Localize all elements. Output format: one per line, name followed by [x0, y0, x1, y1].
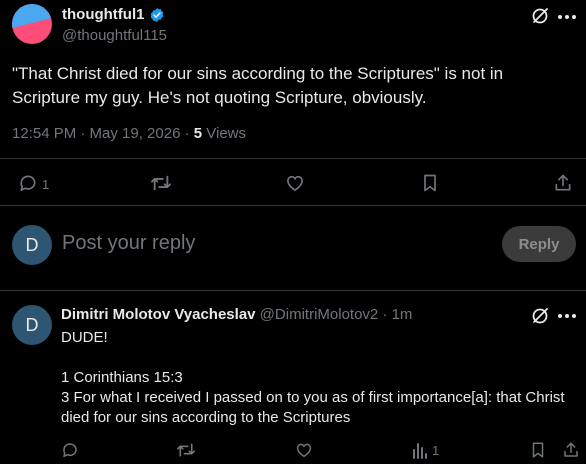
reply-icon[interactable] — [61, 441, 79, 459]
comment-text-line — [61, 348, 581, 368]
tweet-meta: 12:54 PM · May 19, 2026 · 5 Views — [12, 125, 246, 142]
comment-text-line: 3 For what I received I passed on to you… — [61, 389, 565, 406]
author-name[interactable]: thoughtful1 — [62, 6, 144, 23]
views-icon[interactable] — [412, 441, 428, 459]
like-icon[interactable] — [285, 173, 305, 193]
reply-count: 1 — [42, 177, 50, 192]
tweet-timestamp[interactable]: 12:54 PM · May 19, 2026 · — [12, 125, 194, 142]
more-icon[interactable] — [557, 14, 577, 20]
grok-icon[interactable] — [530, 6, 550, 26]
composer-avatar[interactable]: D — [12, 225, 52, 265]
author-handle[interactable]: @thoughtful115 — [62, 27, 167, 44]
comment-text-line: DUDE! — [61, 329, 108, 346]
comment-text: DUDE! 1 Corinthians 15:3 3 For what I re… — [61, 328, 581, 428]
tweet-text-line: "That Christ died for our sins according… — [12, 64, 504, 83]
reply-icon[interactable] — [18, 173, 38, 193]
divider — [0, 158, 586, 159]
tweet-text-line: Scripture my guy. He's not quoting Scrip… — [12, 88, 427, 107]
more-icon[interactable] — [557, 313, 577, 319]
repost-icon[interactable] — [176, 441, 196, 459]
comment-text-line: died for our sins according to the Scrip… — [61, 409, 351, 426]
divider — [0, 290, 586, 291]
views-label: Views — [202, 125, 247, 142]
share-icon[interactable] — [553, 173, 573, 193]
bookmark-icon[interactable] — [421, 173, 439, 193]
divider — [0, 205, 586, 206]
author-avatar[interactable] — [12, 4, 52, 44]
views-count: 5 — [193, 125, 203, 142]
comment-views-count: 1 — [432, 443, 440, 458]
reply-button[interactable]: Reply — [502, 226, 576, 262]
comment-header: Dimitri Molotov Vyacheslav @DimitriMolot… — [61, 306, 412, 323]
comment-author-name[interactable]: Dimitri Molotov Vyacheslav — [61, 306, 256, 323]
repost-icon[interactable] — [150, 173, 172, 193]
reply-input[interactable]: Post your reply — [62, 232, 195, 255]
like-icon[interactable] — [295, 441, 313, 459]
bookmark-icon[interactable] — [530, 441, 546, 459]
comment-text-line: 1 Corinthians 15:3 — [61, 369, 183, 386]
verified-badge-icon — [149, 7, 165, 23]
grok-icon[interactable] — [530, 306, 550, 326]
share-icon[interactable] — [562, 441, 580, 459]
comment-avatar[interactable]: D — [12, 305, 52, 345]
tweet-text: "That Christ died for our sins according… — [12, 62, 572, 110]
comment-handle-time[interactable]: @DimitriMolotov2 · 1m — [256, 306, 413, 323]
